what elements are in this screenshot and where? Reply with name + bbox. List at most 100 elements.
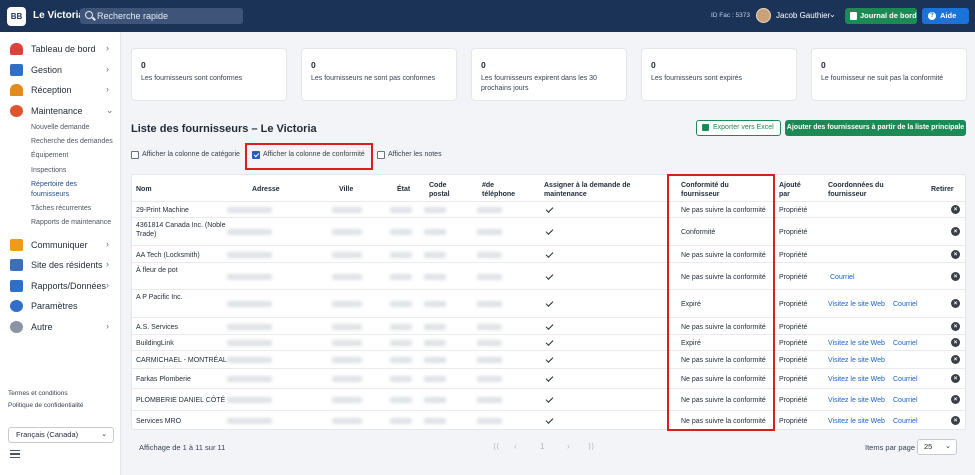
check-icon[interactable] (545, 250, 554, 258)
sub-item-maintenance-reports[interactable]: Rapports de maintenance (31, 219, 111, 226)
website-link[interactable]: Visitez le site Web (828, 356, 885, 365)
sidebar-item-site-residents[interactable]: Site des résidents › (0, 256, 121, 274)
sidebar-item-reception[interactable]: Réception › (0, 81, 121, 99)
check-icon[interactable] (545, 322, 554, 330)
sidebar-item-gestion[interactable]: Gestion › (0, 61, 121, 79)
export-excel-button[interactable]: Exporter vers Excel (696, 120, 781, 136)
remove-icon[interactable]: × (951, 395, 960, 404)
email-link[interactable]: Courriel (893, 375, 918, 384)
check-icon[interactable] (545, 355, 554, 363)
email-link[interactable]: Courriel (893, 339, 918, 348)
remove-icon[interactable]: × (951, 250, 960, 259)
option-label: Afficher la colonne de conformité (263, 151, 365, 158)
website-link[interactable]: Visitez le site Web (828, 339, 885, 348)
table-row[interactable]: CARMICHAEL - MONTRÉAL Ne pas suivre la co… (132, 350, 965, 368)
show-compliance-option[interactable]: Afficher la colonne de conformité (252, 151, 370, 161)
check-icon[interactable] (545, 272, 554, 280)
check-icon[interactable] (545, 416, 554, 424)
remove-icon[interactable]: × (951, 299, 960, 308)
col-header-etat[interactable]: État (397, 185, 410, 194)
sub-item-supplier-directory[interactable]: Répertoire des (31, 181, 77, 188)
remove-icon[interactable]: × (951, 272, 960, 281)
collapse-sidebar-icon[interactable] (10, 450, 20, 458)
sub-item-supplier-directory-2[interactable]: fournisseurs (31, 191, 69, 198)
table-row[interactable]: A P Pacific Inc. Expiré Propriété Visitez l… (132, 289, 965, 317)
privacy-link[interactable]: Politique de confidentialité (8, 402, 84, 409)
redacted-value (390, 357, 412, 363)
sidebar-item-communiquer[interactable]: Communiquer › (0, 236, 121, 254)
remove-icon[interactable]: × (951, 227, 960, 236)
remove-icon[interactable]: × (951, 322, 960, 331)
sidebar-item-parametres[interactable]: Paramètres (0, 297, 121, 315)
check-icon[interactable] (545, 374, 554, 382)
col-header-ville[interactable]: Ville (339, 185, 353, 194)
prev-page-icon[interactable]: ‹ (514, 442, 517, 451)
last-page-icon[interactable]: ⟩⟩ (588, 442, 594, 451)
checkbox-checked[interactable] (252, 151, 260, 159)
col-header-ajoute-par[interactable]: Ajouté par (779, 181, 809, 199)
table-row[interactable]: À fleur de pot Ne pas suivre la conformit… (132, 262, 965, 289)
col-header-nom[interactable]: Nom (136, 185, 152, 194)
add-suppliers-button[interactable]: Ajouter des fournisseurs à partir de la … (785, 120, 966, 136)
sub-item-search-requests[interactable]: Recherche des demandes (31, 138, 113, 145)
terms-link[interactable]: Termes et conditions (8, 390, 68, 397)
show-notes-option[interactable]: Afficher les notes (377, 151, 447, 161)
avatar[interactable] (756, 8, 771, 23)
sub-item-new-request[interactable]: Nouvelle demande (31, 124, 89, 131)
table-row[interactable]: BuildingLink Expiré Propriété Visitez le si… (132, 334, 965, 350)
table-row[interactable]: A.S. Services Ne pas suivre la conformité… (132, 317, 965, 334)
sidebar-item-maintenance[interactable]: Maintenance ⌄ (0, 102, 121, 120)
table-row[interactable]: 4361814 Canada Inc. (Noble Trade) Conform… (132, 217, 965, 245)
website-link[interactable]: Visitez le site Web (828, 417, 885, 426)
search-input[interactable]: Recherche rapide (80, 8, 243, 24)
website-link[interactable]: Visitez le site Web (828, 396, 885, 405)
col-header-adresse[interactable]: Adresse (252, 185, 280, 194)
journal-button[interactable]: Journal de bord (845, 8, 917, 24)
check-icon[interactable] (545, 338, 554, 346)
check-icon[interactable] (545, 395, 554, 403)
app-logo[interactable]: BB (7, 7, 26, 26)
table-row[interactable]: Services MRO Ne pas suivre la conformité P… (132, 410, 965, 430)
next-page-icon[interactable]: › (567, 442, 570, 451)
sidebar-item-dashboard[interactable]: Tableau de bord › (0, 40, 121, 58)
check-icon[interactable] (545, 205, 554, 213)
search-icon (85, 11, 93, 19)
email-link[interactable]: Courriel (893, 300, 918, 309)
sidebar-item-rapports[interactable]: Rapports/Données › (0, 277, 121, 295)
col-header-telephone[interactable]: #de téléphone (482, 181, 527, 199)
sub-item-equipment[interactable]: Équipement (31, 152, 68, 159)
email-link[interactable]: Courriel (893, 396, 918, 405)
sidebar-item-label: Site des résidents (31, 260, 103, 270)
checkbox[interactable] (131, 151, 139, 159)
check-icon[interactable] (545, 299, 554, 307)
check-icon[interactable] (545, 227, 554, 235)
remove-icon[interactable]: × (951, 355, 960, 364)
sub-item-inspections[interactable]: Inspections (31, 167, 66, 174)
remove-icon[interactable]: × (951, 374, 960, 383)
table-row[interactable]: AA Tech (Locksmith) Ne pas suivre la conf… (132, 245, 965, 262)
items-per-page-select[interactable]: 25 ⌄ (917, 439, 957, 455)
page-number[interactable]: 1 (540, 442, 544, 451)
col-header-code-postal[interactable]: Code postal (429, 181, 459, 199)
sidebar-item-autre[interactable]: Autre › (0, 318, 121, 336)
website-link[interactable]: Visitez le site Web (828, 300, 885, 309)
website-link[interactable]: Visitez le site Web (828, 375, 885, 384)
first-page-icon[interactable]: ⟨⟨ (493, 442, 499, 451)
remove-icon[interactable]: × (951, 338, 960, 347)
user-name[interactable]: Jacob Gauthier (776, 11, 830, 20)
help-button[interactable]: ? Aide (922, 8, 969, 24)
email-link[interactable]: Courriel (830, 273, 855, 282)
table-row[interactable]: 29-Print Machine Ne pas suivre la conform… (132, 201, 965, 217)
language-select[interactable]: Français (Canada) ⌄ (8, 427, 114, 443)
sub-item-recurring-tasks[interactable]: Tâches récurrentes (31, 205, 91, 212)
remove-icon[interactable]: × (951, 416, 960, 425)
chevron-down-icon[interactable]: ⌄ (829, 10, 836, 19)
checkbox[interactable] (377, 151, 385, 159)
table-row[interactable]: PLOMBERIE DANIEL CÔTÉ Ne pas suivre la co… (132, 388, 965, 410)
table-row[interactable]: Farkas Plomberie Ne pas suivre la conform… (132, 368, 965, 388)
email-link[interactable]: Courriel (893, 417, 918, 426)
show-category-option[interactable]: Afficher la colonne de catégorie (131, 151, 246, 161)
remove-icon[interactable]: × (951, 205, 960, 214)
redacted-value (227, 229, 272, 235)
col-header-assigner: Assigner à la demande de maintenance (544, 182, 631, 198)
